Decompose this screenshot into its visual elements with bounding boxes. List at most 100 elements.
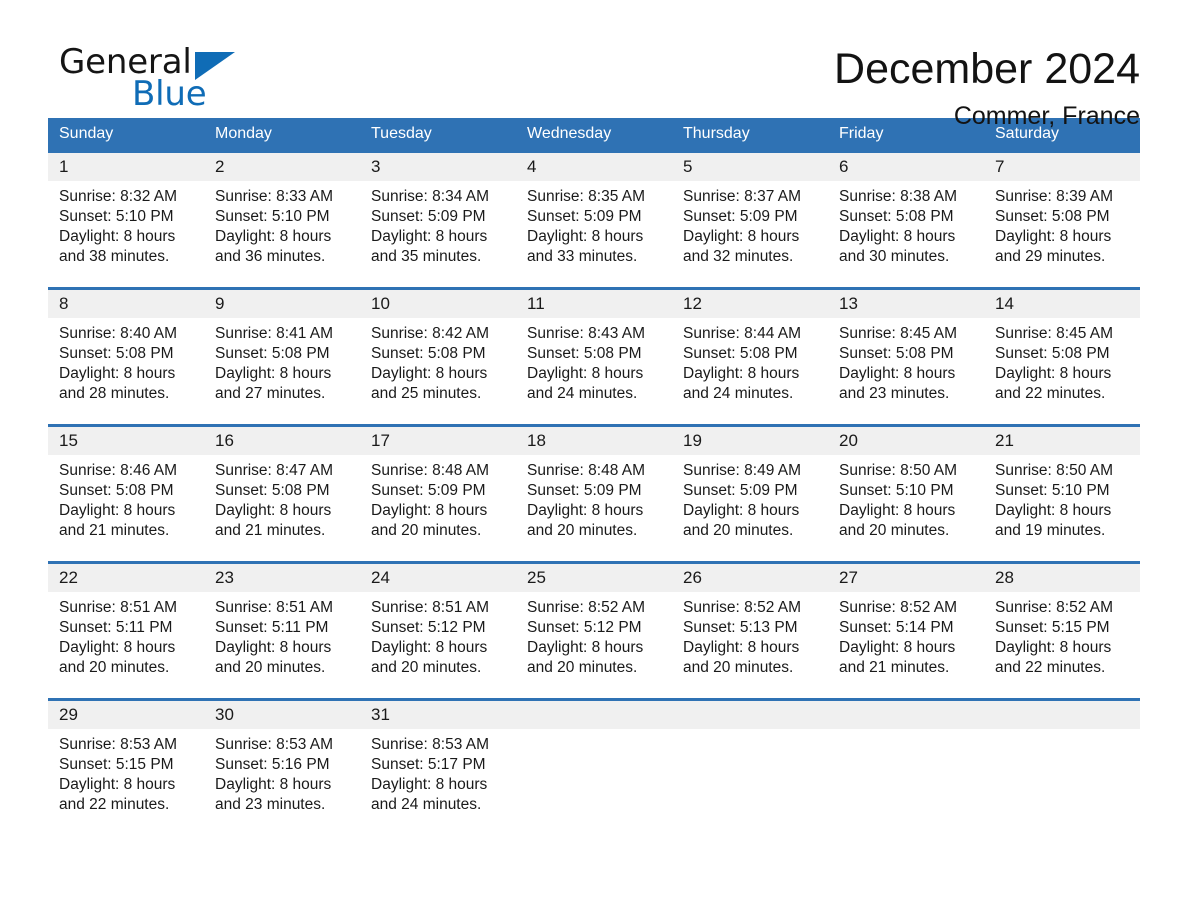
- day-number[interactable]: 31: [360, 701, 516, 729]
- day-cell[interactable]: Sunrise: 8:50 AM Sunset: 5:10 PM Dayligh…: [828, 455, 984, 561]
- day-number[interactable]: 21: [984, 427, 1140, 455]
- day-number[interactable]: 28: [984, 564, 1140, 592]
- daylight-text: Daylight: 8 hours: [683, 228, 800, 245]
- day-cell[interactable]: Sunrise: 8:37 AM Sunset: 5:09 PM Dayligh…: [672, 181, 828, 287]
- day-number[interactable]: 9: [204, 290, 360, 318]
- daylight-text-cont: and 23 minutes.: [839, 385, 950, 402]
- day-number[interactable]: 27: [828, 564, 984, 592]
- day-number[interactable]: 8: [48, 290, 204, 318]
- sunrise-text: Sunrise: 8:39 AM: [995, 188, 1114, 205]
- daylight-text: Daylight: 8 hours: [839, 228, 956, 245]
- sunset-text: Sunset: 5:08 PM: [995, 208, 1110, 225]
- day-cell-empty: [516, 729, 672, 835]
- day-cell[interactable]: Sunrise: 8:34 AM Sunset: 5:09 PM Dayligh…: [360, 181, 516, 287]
- week-row: 1 2 3 4 5 6 7 Sunrise: 8:32 AM Sunset: 5…: [48, 150, 1140, 287]
- daylight-text: Daylight: 8 hours: [371, 776, 488, 793]
- day-cell[interactable]: Sunrise: 8:40 AM Sunset: 5:08 PM Dayligh…: [48, 318, 204, 424]
- sunset-text: Sunset: 5:10 PM: [839, 482, 954, 499]
- day-number[interactable]: 5: [672, 153, 828, 181]
- day-cell[interactable]: Sunrise: 8:53 AM Sunset: 5:16 PM Dayligh…: [204, 729, 360, 835]
- day-cell[interactable]: Sunrise: 8:50 AM Sunset: 5:10 PM Dayligh…: [984, 455, 1140, 561]
- day-number[interactable]: 1: [48, 153, 204, 181]
- day-cell[interactable]: Sunrise: 8:32 AM Sunset: 5:10 PM Dayligh…: [48, 181, 204, 287]
- day-number[interactable]: 25: [516, 564, 672, 592]
- day-number[interactable]: 24: [360, 564, 516, 592]
- day-number[interactable]: 12: [672, 290, 828, 318]
- day-number[interactable]: 16: [204, 427, 360, 455]
- day-cell[interactable]: Sunrise: 8:51 AM Sunset: 5:11 PM Dayligh…: [204, 592, 360, 698]
- day-cell[interactable]: Sunrise: 8:47 AM Sunset: 5:08 PM Dayligh…: [204, 455, 360, 561]
- day-number[interactable]: 15: [48, 427, 204, 455]
- day-cell[interactable]: Sunrise: 8:33 AM Sunset: 5:10 PM Dayligh…: [204, 181, 360, 287]
- day-cell[interactable]: Sunrise: 8:51 AM Sunset: 5:11 PM Dayligh…: [48, 592, 204, 698]
- daylight-text-cont: and 19 minutes.: [995, 522, 1106, 539]
- day-number[interactable]: 20: [828, 427, 984, 455]
- sunrise-text: Sunrise: 8:50 AM: [995, 462, 1114, 479]
- sunrise-text: Sunrise: 8:38 AM: [839, 188, 958, 205]
- day-number[interactable]: 19: [672, 427, 828, 455]
- sunset-text: Sunset: 5:09 PM: [683, 482, 798, 499]
- logo[interactable]: General Blue: [48, 42, 298, 114]
- daylight-text-cont: and 20 minutes.: [59, 659, 170, 676]
- day-cell[interactable]: Sunrise: 8:42 AM Sunset: 5:08 PM Dayligh…: [360, 318, 516, 424]
- day-cell[interactable]: Sunrise: 8:52 AM Sunset: 5:12 PM Dayligh…: [516, 592, 672, 698]
- daylight-text-cont: and 20 minutes.: [371, 659, 482, 676]
- day-cell[interactable]: Sunrise: 8:53 AM Sunset: 5:15 PM Dayligh…: [48, 729, 204, 835]
- day-number[interactable]: 2: [204, 153, 360, 181]
- sunset-text: Sunset: 5:15 PM: [59, 756, 174, 773]
- week-body-row: Sunrise: 8:32 AM Sunset: 5:10 PM Dayligh…: [48, 181, 1140, 287]
- day-cell[interactable]: Sunrise: 8:45 AM Sunset: 5:08 PM Dayligh…: [984, 318, 1140, 424]
- week-row: 29 30 31 Sunrise: 8:53 AM Sunset: 5:15 P…: [48, 698, 1140, 835]
- daylight-text-cont: and 27 minutes.: [215, 385, 326, 402]
- day-cell[interactable]: Sunrise: 8:41 AM Sunset: 5:08 PM Dayligh…: [204, 318, 360, 424]
- day-number[interactable]: 4: [516, 153, 672, 181]
- day-number[interactable]: 6: [828, 153, 984, 181]
- sunrise-text: Sunrise: 8:47 AM: [215, 462, 334, 479]
- week-daynum-band: 29 30 31: [48, 701, 1140, 729]
- daylight-text: Daylight: 8 hours: [371, 228, 488, 245]
- daylight-text: Daylight: 8 hours: [371, 502, 488, 519]
- day-number[interactable]: 23: [204, 564, 360, 592]
- day-number[interactable]: 26: [672, 564, 828, 592]
- day-cell[interactable]: Sunrise: 8:48 AM Sunset: 5:09 PM Dayligh…: [360, 455, 516, 561]
- day-cell[interactable]: Sunrise: 8:46 AM Sunset: 5:08 PM Dayligh…: [48, 455, 204, 561]
- day-cell[interactable]: Sunrise: 8:51 AM Sunset: 5:12 PM Dayligh…: [360, 592, 516, 698]
- day-cell[interactable]: Sunrise: 8:52 AM Sunset: 5:15 PM Dayligh…: [984, 592, 1140, 698]
- daylight-text: Daylight: 8 hours: [371, 639, 488, 656]
- day-cell[interactable]: Sunrise: 8:35 AM Sunset: 5:09 PM Dayligh…: [516, 181, 672, 287]
- daylight-text-cont: and 24 minutes.: [527, 385, 638, 402]
- day-cell[interactable]: Sunrise: 8:49 AM Sunset: 5:09 PM Dayligh…: [672, 455, 828, 561]
- sunset-text: Sunset: 5:10 PM: [995, 482, 1110, 499]
- daylight-text: Daylight: 8 hours: [59, 639, 176, 656]
- day-number[interactable]: 22: [48, 564, 204, 592]
- sunset-text: Sunset: 5:08 PM: [839, 208, 954, 225]
- day-cell[interactable]: Sunrise: 8:43 AM Sunset: 5:08 PM Dayligh…: [516, 318, 672, 424]
- day-cell[interactable]: Sunrise: 8:52 AM Sunset: 5:14 PM Dayligh…: [828, 592, 984, 698]
- sunrise-text: Sunrise: 8:40 AM: [59, 325, 178, 342]
- day-number[interactable]: 14: [984, 290, 1140, 318]
- daylight-text-cont: and 21 minutes.: [59, 522, 170, 539]
- day-cell[interactable]: Sunrise: 8:48 AM Sunset: 5:09 PM Dayligh…: [516, 455, 672, 561]
- day-number[interactable]: 11: [516, 290, 672, 318]
- daylight-text: Daylight: 8 hours: [995, 639, 1112, 656]
- day-number[interactable]: 30: [204, 701, 360, 729]
- week-daynum-band: 8 9 10 11 12 13 14: [48, 290, 1140, 318]
- day-cell[interactable]: Sunrise: 8:44 AM Sunset: 5:08 PM Dayligh…: [672, 318, 828, 424]
- day-number[interactable]: 29: [48, 701, 204, 729]
- day-cell[interactable]: Sunrise: 8:39 AM Sunset: 5:08 PM Dayligh…: [984, 181, 1140, 287]
- sunset-text: Sunset: 5:12 PM: [527, 619, 642, 636]
- daylight-text-cont: and 20 minutes.: [839, 522, 950, 539]
- day-number[interactable]: 17: [360, 427, 516, 455]
- daylight-text-cont: and 21 minutes.: [839, 659, 950, 676]
- day-cell[interactable]: Sunrise: 8:52 AM Sunset: 5:13 PM Dayligh…: [672, 592, 828, 698]
- day-cell[interactable]: Sunrise: 8:45 AM Sunset: 5:08 PM Dayligh…: [828, 318, 984, 424]
- day-number[interactable]: 7: [984, 153, 1140, 181]
- day-number[interactable]: 3: [360, 153, 516, 181]
- day-number[interactable]: 13: [828, 290, 984, 318]
- sunset-text: Sunset: 5:12 PM: [371, 619, 486, 636]
- day-number[interactable]: 18: [516, 427, 672, 455]
- day-cell[interactable]: Sunrise: 8:38 AM Sunset: 5:08 PM Dayligh…: [828, 181, 984, 287]
- day-cell[interactable]: Sunrise: 8:53 AM Sunset: 5:17 PM Dayligh…: [360, 729, 516, 835]
- sunset-text: Sunset: 5:09 PM: [371, 208, 486, 225]
- day-number[interactable]: 10: [360, 290, 516, 318]
